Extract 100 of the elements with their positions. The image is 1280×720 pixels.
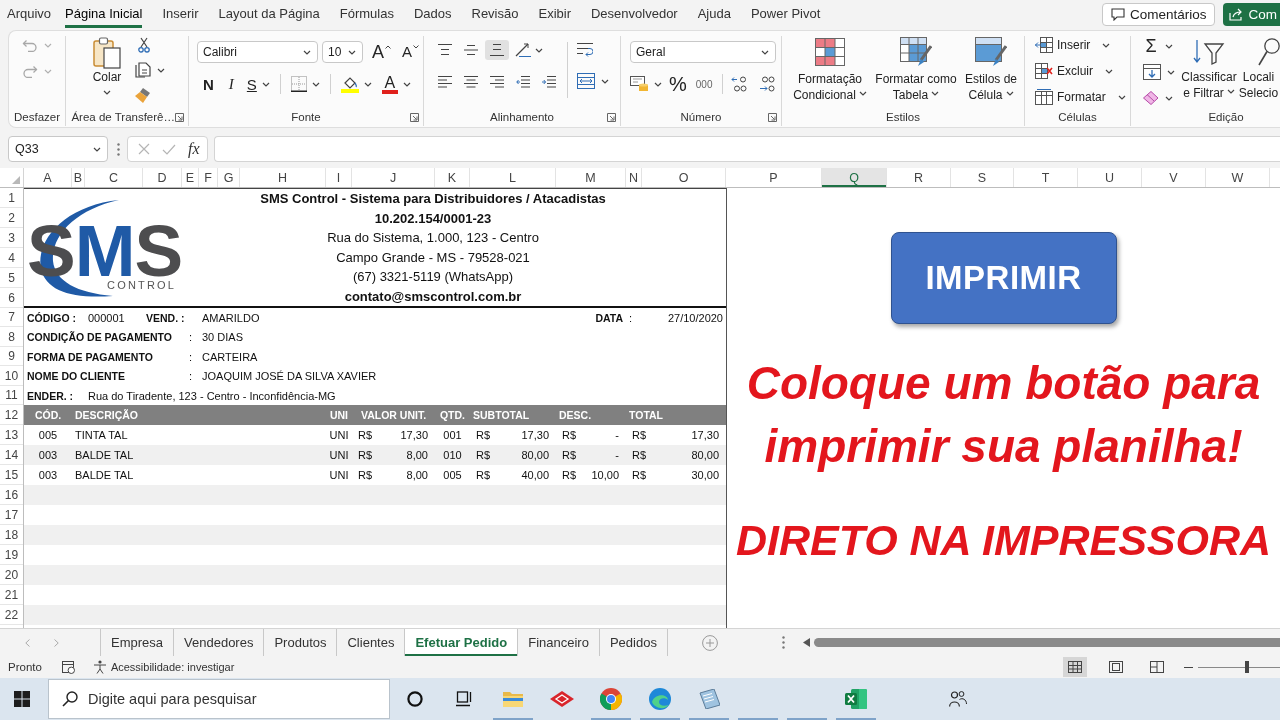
align-bottom-button[interactable] (485, 40, 509, 60)
sheet-tab[interactable]: Efetuar Pedido (404, 629, 518, 656)
underline-button[interactable]: S (242, 74, 274, 94)
menu-tab[interactable]: Fórmulas (339, 3, 394, 28)
row-header[interactable]: 4 (0, 248, 23, 268)
name-box[interactable]: Q33 (8, 136, 108, 162)
menu-tab[interactable]: Dados (413, 3, 452, 28)
decimal-decrease-icon[interactable] (759, 76, 776, 92)
row-header[interactable]: 12 (0, 405, 23, 425)
row-header[interactable]: 6 (0, 288, 23, 308)
increase-indent-icon[interactable] (542, 76, 556, 88)
view-button[interactable] (1063, 657, 1087, 677)
menu-tab[interactable]: Ajuda (697, 3, 731, 28)
menu-tab[interactable]: Revisão (471, 3, 519, 28)
row-header[interactable]: 13 (0, 425, 23, 445)
menu-tab[interactable]: Layout da Página (218, 3, 320, 28)
insert-function-button[interactable]: fx (188, 140, 200, 158)
find-select-button[interactable]: Locali Selecio (1237, 37, 1280, 108)
delete-cells-button[interactable]: Excluir (1035, 62, 1130, 80)
thousands-button[interactable]: 000 (693, 74, 715, 94)
column-header[interactable]: I (326, 168, 352, 187)
clear-button[interactable] (1143, 90, 1173, 106)
font-color-button[interactable]: A (377, 74, 415, 94)
sort-filter-button[interactable]: Classificar e Filtrar (1181, 37, 1237, 108)
row-header[interactable]: 3 (0, 228, 23, 248)
windows-logo-icon[interactable] (14, 691, 30, 707)
menu-tab[interactable]: Exibir (538, 3, 571, 28)
column-header[interactable]: V (1142, 168, 1206, 187)
row-header[interactable]: 16 (0, 485, 23, 505)
row-header[interactable]: 9 (0, 347, 23, 366)
shrink-font-button[interactable]: A (400, 41, 422, 63)
scissors-icon[interactable] (138, 37, 150, 53)
people-icon[interactable] (949, 691, 967, 707)
slider-thumb[interactable] (1245, 661, 1250, 673)
column-header[interactable]: O (642, 168, 726, 187)
row-header[interactable]: 1 (0, 188, 23, 208)
bold-button[interactable]: N (197, 74, 220, 94)
paintbrush-icon[interactable] (135, 87, 151, 103)
menu-tab[interactable]: Arquivo (7, 3, 52, 28)
column-header[interactable]: E (182, 168, 199, 187)
more-icon[interactable] (781, 636, 785, 649)
format-as-table-button[interactable]: Formatar como Tabela (872, 37, 960, 108)
check-icon[interactable] (162, 143, 176, 155)
menu-tab[interactable]: Desenvolvedor (591, 3, 678, 28)
menu-tab[interactable]: Inserir (162, 3, 199, 28)
row-header[interactable]: 7 (0, 308, 23, 327)
number-format-dropdown[interactable]: Geral (630, 41, 776, 63)
column-header[interactable]: A (24, 168, 72, 187)
column-header[interactable]: S (951, 168, 1014, 187)
column-header[interactable]: G (218, 168, 240, 187)
column-header[interactable]: Q (822, 168, 887, 187)
column-header[interactable]: H (240, 168, 326, 187)
row-header[interactable]: 20 (0, 565, 23, 585)
row-header[interactable]: 2 (0, 208, 23, 228)
format-cells-button[interactable]: Formatar (1035, 88, 1130, 106)
column-header[interactable]: R (887, 168, 951, 187)
circle-icon[interactable] (406, 691, 423, 707)
insert-cells-button[interactable]: Inserir (1035, 36, 1130, 54)
column-header[interactable]: M (556, 168, 626, 187)
row-header[interactable]: 21 (0, 585, 23, 605)
row-header[interactable]: 11 (0, 386, 23, 405)
column-header[interactable]: J (352, 168, 435, 187)
row-header[interactable]: 5 (0, 268, 23, 288)
task-view-icon[interactable] (454, 691, 473, 707)
search-field[interactable]: Digite aqui para pesquisar (48, 679, 390, 719)
row-header[interactable]: 17 (0, 505, 23, 525)
row-header[interactable]: 19 (0, 545, 23, 565)
column-header[interactable]: B (72, 168, 85, 187)
column-header[interactable]: W (1206, 168, 1270, 187)
row-header[interactable]: 15 (0, 465, 23, 485)
decrease-indent-icon[interactable] (516, 76, 530, 88)
column-header[interactable]: T (1014, 168, 1078, 187)
dialog-launcher-icon[interactable] (410, 112, 419, 122)
fill-button[interactable] (1143, 64, 1173, 80)
column-header[interactable]: F (199, 168, 218, 187)
formula-input[interactable] (213, 136, 1280, 162)
left-arrow-icon[interactable] (802, 638, 810, 647)
font-name-dropdown[interactable]: Calibri (197, 41, 318, 63)
column-header[interactable]: N (626, 168, 642, 187)
print-button[interactable]: IMPRIMIR (890, 232, 1117, 324)
font-size-dropdown[interactable]: 10 (322, 41, 363, 63)
decimal-increase-icon[interactable] (731, 76, 748, 92)
minus-icon[interactable] (1184, 665, 1193, 669)
dialog-launcher-icon[interactable] (607, 112, 616, 122)
autosum-button[interactable]: Σ (1143, 38, 1173, 54)
row-header[interactable]: 10 (0, 366, 23, 386)
italic-button[interactable]: I (221, 74, 241, 94)
column-header[interactable]: K (435, 168, 470, 187)
row-header[interactable]: 14 (0, 445, 23, 465)
dialog-launcher-icon[interactable] (768, 112, 777, 122)
column-header[interactable]: D (143, 168, 182, 187)
grow-font-button[interactable]: A (370, 41, 393, 63)
column-header[interactable]: L (470, 168, 556, 187)
copy-button[interactable] (135, 62, 165, 78)
conditional-formatting-button[interactable]: Formatação Condicional (790, 37, 870, 108)
menu-tab[interactable]: Power Pivot (750, 3, 821, 28)
percent-button[interactable]: % (666, 74, 690, 94)
accounting-format-button[interactable] (630, 76, 662, 92)
column-header[interactable]: C (85, 168, 143, 187)
row-header[interactable]: 18 (0, 525, 23, 545)
